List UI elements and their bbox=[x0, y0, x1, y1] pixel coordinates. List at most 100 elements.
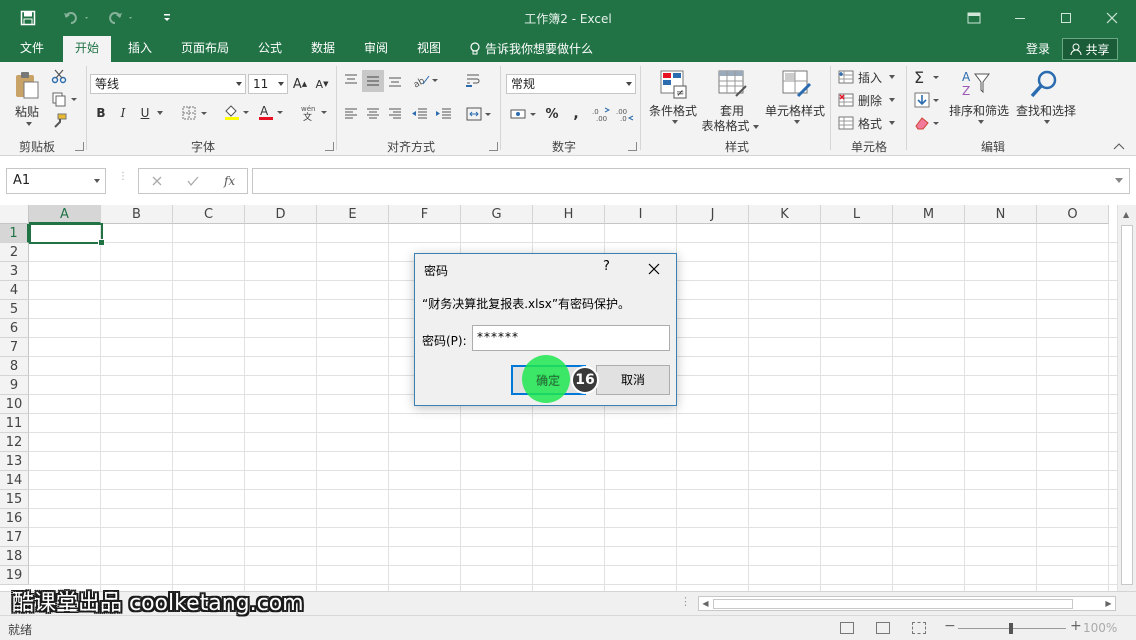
align-bottom-icon[interactable] bbox=[386, 70, 404, 90]
borders-icon[interactable] bbox=[180, 104, 210, 122]
vertical-scroll-thumb[interactable] bbox=[1121, 225, 1133, 585]
delete-cells-button[interactable]: 删除 bbox=[838, 90, 900, 110]
number-launcher-icon[interactable] bbox=[628, 142, 637, 151]
increase-font-icon[interactable]: A ▲ bbox=[292, 74, 308, 94]
row-header[interactable]: 14 bbox=[0, 471, 29, 490]
row-header[interactable]: 18 bbox=[0, 547, 29, 566]
conditional-formatting-label[interactable]: 条件格式 bbox=[646, 102, 700, 119]
conditional-formatting-icon[interactable]: ≠ bbox=[656, 68, 692, 100]
row-header[interactable]: 2 bbox=[0, 243, 29, 262]
expand-formula-bar-icon[interactable] bbox=[1115, 178, 1123, 183]
name-box-dropdown-icon[interactable] bbox=[94, 179, 100, 183]
save-icon[interactable] bbox=[18, 8, 38, 28]
scroll-left-icon[interactable]: ◀ bbox=[699, 597, 712, 610]
login-link[interactable]: 登录 bbox=[1026, 40, 1050, 57]
page-layout-view-icon[interactable] bbox=[876, 622, 890, 634]
cancel-entry-icon[interactable] bbox=[151, 175, 163, 187]
percent-style-button[interactable]: % bbox=[544, 104, 560, 124]
sort-filter-dropdown-icon[interactable] bbox=[974, 118, 984, 126]
format-painter-icon[interactable] bbox=[50, 112, 68, 130]
find-select-dropdown-icon[interactable] bbox=[1040, 118, 1050, 126]
row-header[interactable]: 5 bbox=[0, 300, 29, 319]
tab-view[interactable]: 视图 bbox=[405, 36, 453, 62]
row-header[interactable]: 11 bbox=[0, 414, 29, 433]
row-header[interactable]: 13 bbox=[0, 452, 29, 471]
tab-home[interactable]: 开始 bbox=[63, 36, 112, 62]
row-header[interactable]: 10 bbox=[0, 395, 29, 414]
decrease-indent-icon[interactable] bbox=[410, 104, 430, 124]
confirm-entry-icon[interactable] bbox=[186, 175, 200, 187]
column-header[interactable]: E bbox=[317, 205, 389, 224]
column-header[interactable]: B bbox=[101, 205, 173, 224]
align-left-icon[interactable] bbox=[342, 104, 360, 124]
paste-dropdown-icon[interactable] bbox=[22, 120, 32, 128]
row-header[interactable]: 1 bbox=[0, 224, 29, 243]
customize-qat-icon[interactable] bbox=[160, 8, 174, 28]
row-header[interactable]: 9 bbox=[0, 376, 29, 395]
tab-insert[interactable]: 插入 bbox=[116, 36, 164, 62]
zoom-out-icon[interactable]: − bbox=[944, 618, 956, 634]
copy-icon[interactable] bbox=[50, 90, 80, 108]
row-header[interactable]: 15 bbox=[0, 490, 29, 509]
fill-color-icon[interactable] bbox=[222, 102, 252, 122]
decrease-decimal-icon[interactable]: .00.0 bbox=[616, 104, 634, 124]
undo-icon[interactable] bbox=[60, 8, 94, 28]
number-format-combo[interactable]: 常规 bbox=[506, 74, 636, 94]
sort-filter-icon[interactable]: AZ bbox=[958, 68, 994, 100]
page-break-view-icon[interactable] bbox=[912, 622, 926, 634]
align-center-icon[interactable] bbox=[364, 104, 382, 124]
cut-icon[interactable] bbox=[50, 67, 68, 85]
scroll-up-icon[interactable]: ▲ bbox=[1123, 210, 1129, 219]
dialog-close-icon[interactable] bbox=[643, 260, 663, 278]
align-middle-icon[interactable] bbox=[362, 70, 384, 92]
row-header[interactable]: 4 bbox=[0, 281, 29, 300]
font-name-combo[interactable]: 等线 bbox=[90, 74, 246, 94]
decrease-font-icon[interactable]: A ▼ bbox=[314, 74, 330, 94]
tab-review[interactable]: 审阅 bbox=[352, 36, 400, 62]
minimize-icon[interactable] bbox=[1006, 6, 1034, 30]
tab-formulas[interactable]: 公式 bbox=[246, 36, 294, 62]
wrap-text-icon[interactable] bbox=[464, 70, 482, 90]
row-header[interactable]: 16 bbox=[0, 509, 29, 528]
column-header[interactable]: L bbox=[821, 205, 893, 224]
tab-file[interactable]: 文件 bbox=[8, 36, 56, 62]
sort-filter-label[interactable]: 排序和筛选 bbox=[944, 102, 1014, 119]
formula-input[interactable] bbox=[252, 168, 1130, 194]
row-header[interactable]: 8 bbox=[0, 357, 29, 376]
column-header[interactable]: I bbox=[605, 205, 677, 224]
find-select-label[interactable]: 查找和选择 bbox=[1010, 102, 1082, 119]
name-box[interactable]: A1 bbox=[6, 168, 106, 194]
column-header[interactable]: J bbox=[677, 205, 749, 224]
vertical-scrollbar[interactable]: ▲ bbox=[1117, 205, 1136, 591]
row-header[interactable]: 17 bbox=[0, 528, 29, 547]
column-header[interactable]: H bbox=[533, 205, 605, 224]
cell-styles-label[interactable]: 单元格样式 bbox=[762, 102, 828, 119]
column-header[interactable]: G bbox=[461, 205, 533, 224]
redo-icon[interactable] bbox=[104, 8, 138, 28]
row-header[interactable]: 3 bbox=[0, 262, 29, 281]
cell-styles-icon[interactable] bbox=[778, 68, 814, 100]
format-cells-button[interactable]: 格式 bbox=[838, 113, 900, 133]
phonetic-guide-icon[interactable]: wén 文 bbox=[298, 102, 330, 122]
horizontal-scroll-thumb[interactable] bbox=[713, 599, 1073, 609]
align-top-icon[interactable] bbox=[342, 70, 360, 90]
paste-icon[interactable] bbox=[10, 68, 44, 102]
horizontal-scrollbar[interactable]: ◀ ▶ bbox=[698, 596, 1116, 611]
active-cell-a1[interactable] bbox=[29, 223, 105, 246]
font-size-combo[interactable]: 11 bbox=[248, 74, 288, 94]
clear-icon[interactable] bbox=[912, 113, 942, 133]
column-header[interactable]: A bbox=[29, 205, 101, 224]
password-input[interactable]: ****** bbox=[472, 325, 670, 351]
row-header[interactable]: 12 bbox=[0, 433, 29, 452]
format-as-table-icon[interactable] bbox=[714, 68, 750, 100]
share-button[interactable]: 共享 bbox=[1062, 38, 1118, 60]
zoom-slider-thumb[interactable] bbox=[1009, 623, 1013, 634]
ribbon-display-options-icon[interactable] bbox=[960, 6, 988, 30]
scroll-right-icon[interactable]: ▶ bbox=[1102, 597, 1115, 610]
row-header[interactable]: 7 bbox=[0, 338, 29, 357]
normal-view-icon[interactable] bbox=[840, 622, 854, 634]
italic-button[interactable]: I bbox=[116, 104, 130, 122]
alignment-launcher-icon[interactable] bbox=[489, 142, 498, 151]
autosum-icon[interactable]: Σ bbox=[912, 67, 942, 87]
font-launcher-icon[interactable] bbox=[325, 142, 334, 151]
